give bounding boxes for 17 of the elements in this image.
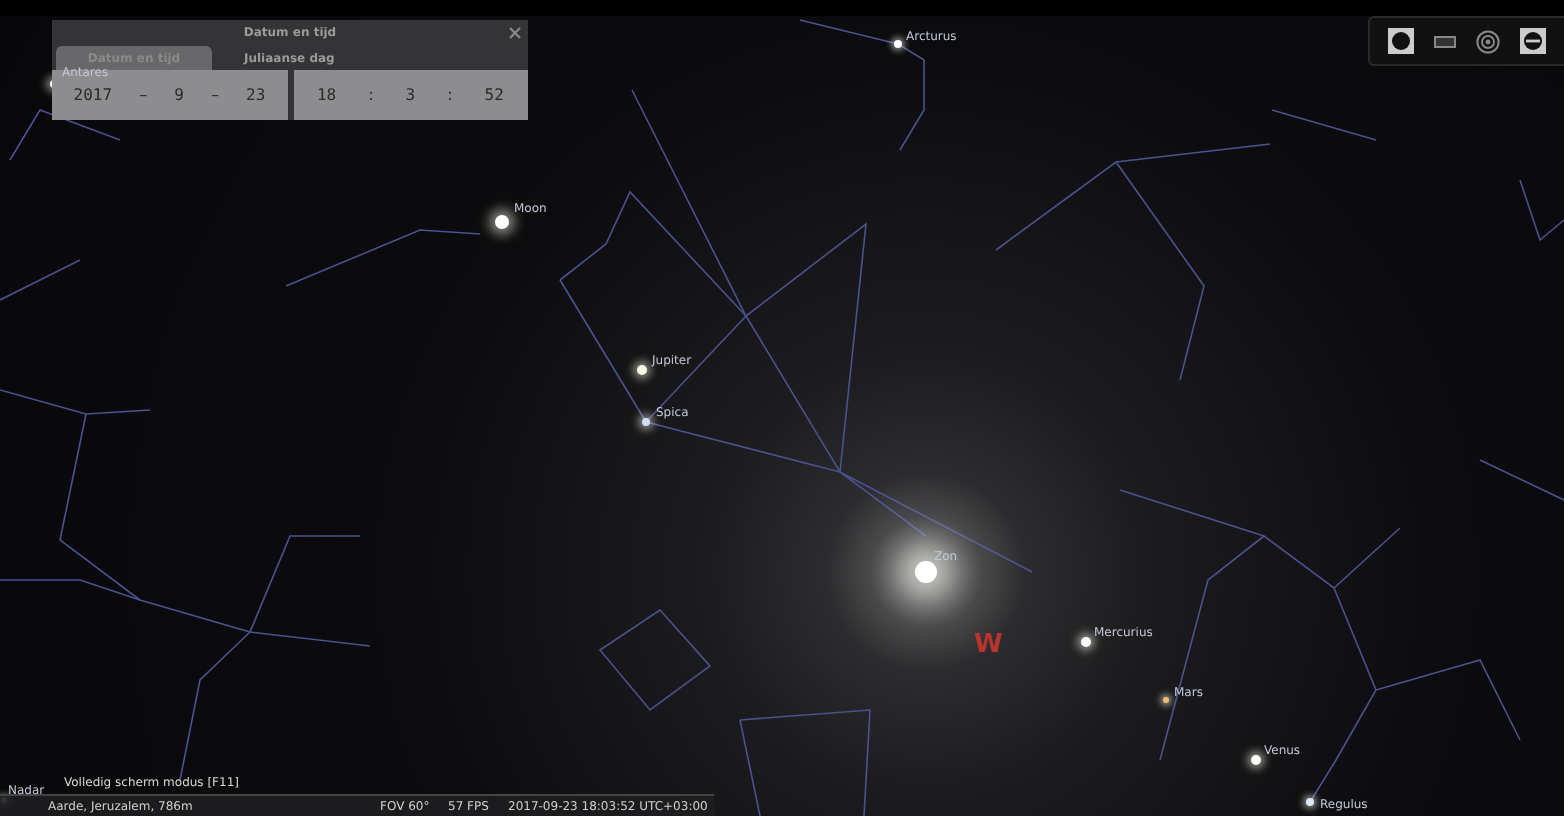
time-field[interactable]: 18 : 3 : 52: [293, 70, 528, 120]
number-value: 3: [405, 86, 416, 104]
number-value: 18: [316, 86, 337, 104]
number-value: 2017: [73, 86, 113, 104]
separator: :: [368, 86, 374, 104]
circle-icon[interactable]: [1388, 28, 1414, 54]
separator: –: [139, 86, 148, 104]
number-value: 9: [174, 86, 184, 104]
separator: –: [211, 86, 219, 104]
separator: :: [447, 86, 453, 104]
exit-icon[interactable]: [1520, 28, 1546, 54]
close-icon[interactable]: [508, 26, 522, 40]
target-icon[interactable]: [1476, 29, 1500, 53]
number-value: 23: [246, 86, 266, 104]
rectangle-icon[interactable]: [1434, 35, 1456, 47]
compass-point: W: [974, 632, 1003, 658]
number-value: 52: [484, 86, 504, 104]
